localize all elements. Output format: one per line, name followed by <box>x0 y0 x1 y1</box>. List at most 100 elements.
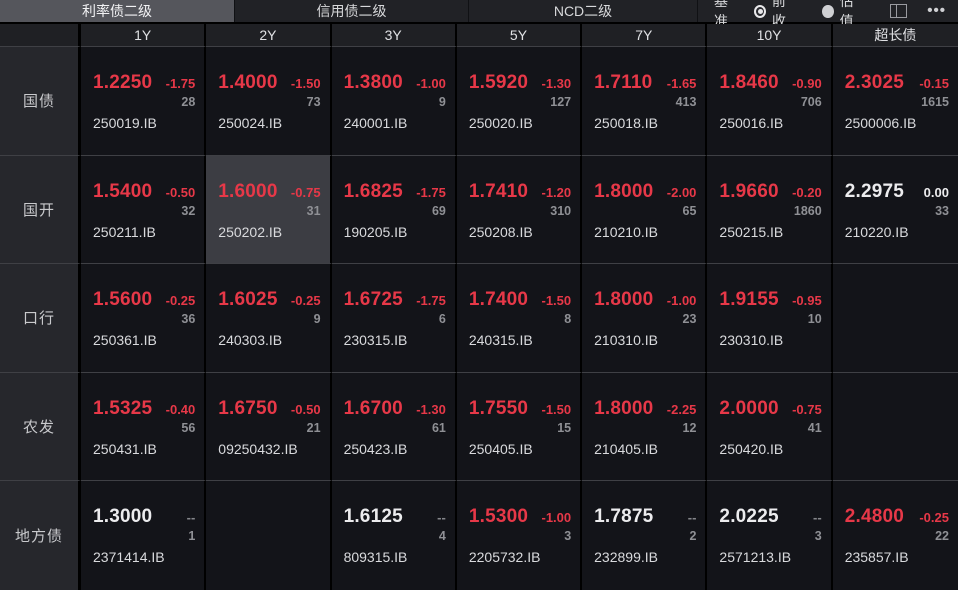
corner-cell <box>0 24 81 47</box>
column-header-2: 3Y <box>332 24 457 47</box>
trade-count: 4 <box>344 529 446 543</box>
quote-cell[interactable]: 1.7410-1.20310250208.IB <box>457 156 582 265</box>
quote-cell[interactable]: 1.8460 -0.90 706 250016.IB <box>707 47 832 156</box>
quote-cell[interactable]: 1.5920-1.30127250020.IB <box>457 47 582 156</box>
change-value: -0.95 <box>792 293 822 308</box>
column-header-3: 5Y <box>457 24 582 47</box>
quote-cell[interactable]: 1.9155-0.9510230310.IB <box>707 264 832 373</box>
quote-cell[interactable] <box>833 264 958 373</box>
trade-count: 41 <box>719 421 821 435</box>
tab-2[interactable]: NCD二级 <box>469 0 698 22</box>
yield-value: 1.2250 <box>93 72 152 94</box>
quote-cell[interactable]: 1.6825-1.7569190205.IB <box>332 156 457 265</box>
quote-cell[interactable]: 1.8000-2.0065210210.IB <box>582 156 707 265</box>
yield-value: 2.3025 <box>845 72 904 94</box>
quote-cell[interactable]: 2.3025-0.1516152500006.IB <box>833 47 958 156</box>
quote-cell[interactable]: 1.6725-1.756230315.IB <box>332 264 457 373</box>
change-value: -- <box>688 510 697 525</box>
quote-cell[interactable]: 1.5300-1.0032205732.IB <box>457 481 582 590</box>
quote-cell[interactable]: 1.7400-1.508240315.IB <box>457 264 582 373</box>
trade-count: 310 <box>469 204 571 218</box>
bond-code: 240315.IB <box>469 332 571 348</box>
trade-count: 9 <box>344 95 446 109</box>
bond-code: 210220.IB <box>845 224 949 240</box>
yield-value: 1.3800 <box>344 72 403 94</box>
quote-cell[interactable]: 1.5325-0.4056250431.IB <box>81 373 206 482</box>
change-value: -1.00 <box>416 76 446 91</box>
quote-cell[interactable]: 1.3000--12371414.IB <box>81 481 206 590</box>
yield-value: 1.6700 <box>344 398 403 420</box>
trade-count: 2 <box>594 529 696 543</box>
quote-cell[interactable]: 1.8000-1.0023210310.IB <box>582 264 707 373</box>
change-value: -- <box>187 510 196 525</box>
yield-value: 1.5325 <box>93 398 152 420</box>
change-value: -1.50 <box>291 76 321 91</box>
bond-code: 250020.IB <box>469 115 571 131</box>
yield-value: 1.9660 <box>719 181 778 203</box>
trade-count: 6 <box>344 312 446 326</box>
quote-cell[interactable]: 1.6700-1.3061250423.IB <box>332 373 457 482</box>
benchmark-control: 基准 前收估值 ••• <box>698 0 958 22</box>
quote-cell[interactable]: 1.4000-1.5073250024.IB <box>206 47 331 156</box>
tab-1[interactable]: 信用债二级 <box>235 0 469 22</box>
quote-cell[interactable]: 1.8000-2.2512210405.IB <box>582 373 707 482</box>
quote-cell[interactable]: 1.7110-1.65413250018.IB <box>582 47 707 156</box>
yield-value: 1.7410 <box>469 181 528 203</box>
quote-cell[interactable]: 1.5600-0.2536250361.IB <box>81 264 206 373</box>
change-value: -0.50 <box>166 185 196 200</box>
tab-0[interactable]: 利率债二级 <box>0 0 235 22</box>
yield-value: 1.5400 <box>93 181 152 203</box>
quote-cell[interactable]: 2.0000-0.7541250420.IB <box>707 373 832 482</box>
trade-count: 1860 <box>719 204 821 218</box>
more-menu-icon[interactable]: ••• <box>927 6 946 16</box>
trade-count: 1 <box>93 529 195 543</box>
yield-value: 1.8460 <box>719 72 778 94</box>
quote-cell[interactable] <box>833 373 958 482</box>
change-value: -0.75 <box>291 185 321 200</box>
bond-code: 230315.IB <box>344 332 446 348</box>
bond-code: 250211.IB <box>93 224 195 240</box>
yield-value: 1.6750 <box>218 398 277 420</box>
trade-count: 127 <box>469 95 571 109</box>
row-header-3: 农发 <box>0 373 81 482</box>
quote-cell[interactable]: 1.9660-0.201860250215.IB <box>707 156 832 265</box>
trade-count: 36 <box>93 312 195 326</box>
change-value: -2.00 <box>667 185 697 200</box>
quote-cell[interactable]: 2.0225--32571213.IB <box>707 481 832 590</box>
yield-value: 1.7550 <box>469 398 528 420</box>
row-header-2: 口行 <box>0 264 81 373</box>
bond-code: 2571213.IB <box>719 549 821 565</box>
change-value: -2.25 <box>667 402 697 417</box>
quote-cell[interactable]: 1.5400-0.5032250211.IB <box>81 156 206 265</box>
quote-cell[interactable]: 1.6000-0.7531250202.IB <box>206 156 331 265</box>
bond-code: 09250432.IB <box>218 441 320 457</box>
bond-code: 250019.IB <box>93 115 195 131</box>
quote-cell[interactable]: 1.6025-0.259240303.IB <box>206 264 331 373</box>
change-value: -0.90 <box>792 76 822 91</box>
quote-cell[interactable] <box>206 481 331 590</box>
bond-code: 250423.IB <box>344 441 446 457</box>
bond-code: 250016.IB <box>719 115 821 131</box>
change-value: -1.50 <box>542 402 572 417</box>
layout-split-icon[interactable] <box>890 4 907 18</box>
quote-cell[interactable]: 1.7550-1.5015250405.IB <box>457 373 582 482</box>
quote-cell[interactable]: 1.3800-1.009240001.IB <box>332 47 457 156</box>
bond-code: 190205.IB <box>344 224 446 240</box>
quote-cell[interactable]: 2.29750.0033210220.IB <box>833 156 958 265</box>
quote-cell[interactable]: 1.2250-1.7528250019.IB <box>81 47 206 156</box>
yield-value: 1.6000 <box>218 181 277 203</box>
quote-cell[interactable]: 2.4800-0.2522235857.IB <box>833 481 958 590</box>
bond-code: 240303.IB <box>218 332 320 348</box>
quote-cell[interactable]: 1.6750-0.502109250432.IB <box>206 373 331 482</box>
trade-count: 706 <box>719 95 821 109</box>
toolbar-icons: ••• <box>890 4 946 18</box>
yield-value: 1.5300 <box>469 506 528 528</box>
row-header-1: 国开 <box>0 156 81 265</box>
change-value: -1.20 <box>542 185 572 200</box>
trade-count: 15 <box>469 421 571 435</box>
change-value: -1.30 <box>416 402 446 417</box>
quote-cell[interactable]: 1.6125--4809315.IB <box>332 481 457 590</box>
quote-cell[interactable]: 1.7875--2232899.IB <box>582 481 707 590</box>
bond-code: 2205732.IB <box>469 549 571 565</box>
trade-count: 1615 <box>845 95 949 109</box>
